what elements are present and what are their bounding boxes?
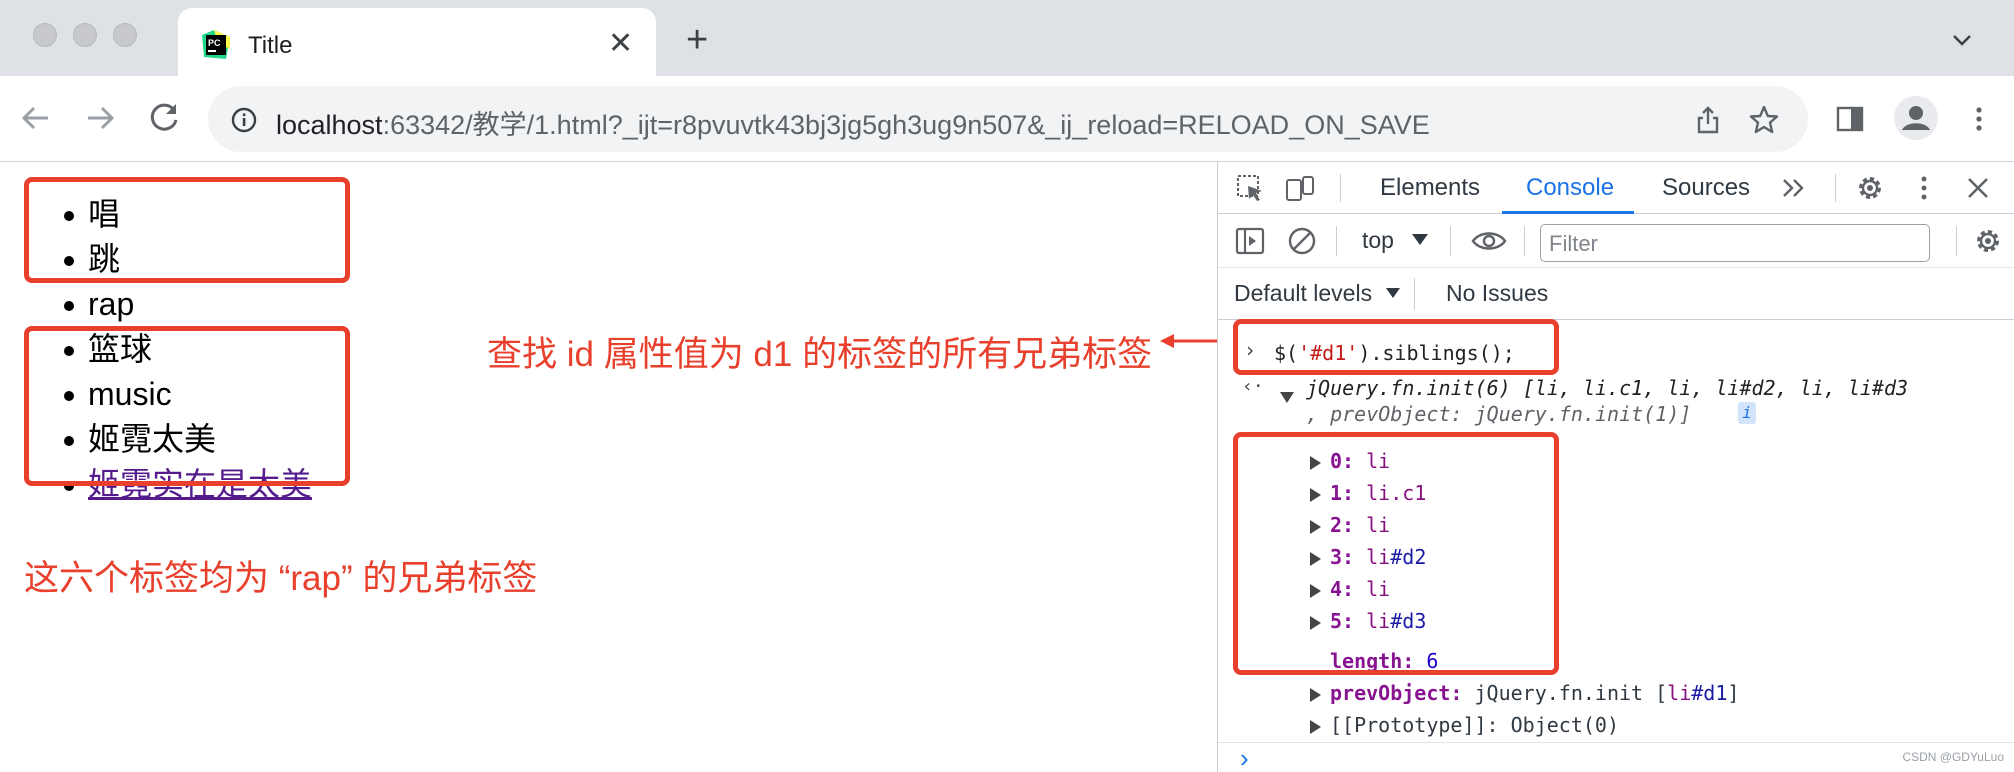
maximize-window-button[interactable] bbox=[113, 23, 137, 47]
devtools-panel: Elements Console Sources top Filter Defa… bbox=[1217, 162, 2014, 772]
annotation-arrow-icon bbox=[1160, 334, 1218, 348]
close-icon[interactable] bbox=[1962, 172, 1994, 204]
expand-toggle-icon[interactable] bbox=[1310, 720, 1321, 734]
more-tabs-icon[interactable] bbox=[1778, 172, 1810, 204]
chevron-right-icon: › bbox=[1240, 743, 1249, 772]
clear-console-icon[interactable] bbox=[1286, 225, 1318, 257]
highlight-box-top bbox=[24, 177, 350, 283]
prototype-row[interactable]: [[Prototype]]: Object(0) bbox=[1218, 710, 2014, 740]
divider bbox=[1956, 226, 1957, 256]
pycharm-icon: PC bbox=[202, 30, 230, 59]
divider bbox=[1340, 174, 1341, 202]
dropdown-arrow-icon[interactable] bbox=[1386, 288, 1400, 299]
sidebar-toggle-icon[interactable] bbox=[1234, 225, 1266, 257]
devtools-tabbar: Elements Console Sources bbox=[1218, 162, 2014, 214]
kebab-icon[interactable] bbox=[1908, 172, 1940, 204]
tab-elements[interactable]: Elements bbox=[1380, 174, 1480, 202]
console-settings-icon[interactable] bbox=[1972, 225, 2004, 257]
annotation-siblings: 这六个标签均为 “rap” 的兄弟标签 bbox=[24, 559, 538, 598]
expand-toggle-icon[interactable] bbox=[1280, 392, 1294, 403]
side-panel-icon[interactable] bbox=[1833, 102, 1867, 136]
prevobject-row[interactable]: prevObject: jQuery.fn.init [li#d1] bbox=[1218, 678, 2014, 708]
issues-label[interactable]: No Issues bbox=[1446, 280, 1548, 307]
share-icon[interactable] bbox=[1692, 104, 1724, 136]
console-toolbar: top Filter bbox=[1218, 214, 2014, 268]
minimize-window-button[interactable] bbox=[73, 23, 97, 47]
highlight-box-bottom bbox=[24, 326, 350, 486]
device-toolbar-icon[interactable] bbox=[1284, 172, 1316, 204]
divider bbox=[1450, 226, 1451, 256]
divider bbox=[1835, 174, 1836, 202]
info-icon[interactable] bbox=[230, 106, 258, 134]
browser-toolbar: localhost:63342/教学/1.html?_ijt=r8pvuvtk4… bbox=[0, 76, 2014, 162]
levels-dropdown[interactable]: Default levels bbox=[1234, 280, 1372, 307]
return-arrow-icon: ‹· bbox=[1242, 376, 1264, 397]
annotation-query: 查找 id 属性值为 d1 的标签的所有兄弟标签 bbox=[487, 335, 1153, 374]
expand-toggle-icon[interactable] bbox=[1310, 688, 1321, 702]
arrow-left-icon[interactable] bbox=[14, 96, 58, 140]
reload-icon[interactable] bbox=[142, 96, 186, 140]
svg-text:PC: PC bbox=[208, 38, 221, 48]
url-text[interactable]: localhost:63342/教学/1.html?_ijt=r8pvuvtk4… bbox=[276, 103, 1430, 142]
divider bbox=[1414, 278, 1415, 310]
filter-input[interactable]: Filter bbox=[1540, 224, 1930, 262]
divider bbox=[1336, 226, 1337, 256]
watermark: CSDN @GDYuLuo bbox=[1902, 750, 2004, 764]
chevron-down-icon[interactable] bbox=[1948, 26, 1976, 54]
context-select[interactable]: top bbox=[1362, 227, 1394, 254]
close-icon[interactable]: ✕ bbox=[608, 24, 633, 64]
address-bar[interactable]: localhost:63342/教学/1.html?_ijt=r8pvuvtk4… bbox=[208, 86, 1808, 152]
eye-icon[interactable] bbox=[1470, 225, 1508, 257]
tab-console[interactable]: Console bbox=[1526, 174, 1614, 202]
info-icon[interactable]: i bbox=[1738, 402, 1756, 424]
result-summary-cont: , prevObject: jQuery.fn.init(1)] bbox=[1306, 402, 1692, 426]
tab-sources[interactable]: Sources bbox=[1662, 174, 1750, 202]
tab-title: Title bbox=[248, 32, 293, 59]
divider bbox=[1524, 226, 1525, 256]
result-summary[interactable]: jQuery.fn.init(6) [li, li.c1, li, li#d2,… bbox=[1306, 376, 1908, 400]
highlight-box-command bbox=[1233, 319, 1559, 375]
dropdown-arrow-icon[interactable] bbox=[1412, 234, 1428, 246]
browser-tab[interactable]: PC Title ✕ bbox=[178, 8, 656, 80]
kebab-icon[interactable] bbox=[1962, 102, 1996, 136]
console-prompt[interactable]: › bbox=[1218, 742, 2014, 772]
console-result: ‹· jQuery.fn.init(6) [li, li.c1, li, li#… bbox=[1218, 376, 2014, 426]
plus-icon[interactable]: + bbox=[686, 20, 708, 60]
close-window-button[interactable] bbox=[33, 23, 57, 47]
avatar-icon[interactable] bbox=[1892, 94, 1940, 142]
star-icon[interactable] bbox=[1748, 104, 1780, 136]
highlight-box-items bbox=[1233, 432, 1559, 675]
arrow-right-icon[interactable] bbox=[78, 96, 122, 140]
inspect-element-icon[interactable] bbox=[1234, 172, 1266, 204]
page-viewport: 唱 跳 rap 篮球 music 姬霓太美 姬霓实在是太美 这六个标签均为 “r… bbox=[0, 162, 1218, 772]
gear-icon[interactable] bbox=[1854, 172, 1886, 204]
levels-bar: Default levels No Issues bbox=[1218, 268, 2014, 320]
tab-strip: PC Title ✕ + bbox=[0, 0, 2014, 80]
list-item: rap bbox=[63, 282, 312, 327]
